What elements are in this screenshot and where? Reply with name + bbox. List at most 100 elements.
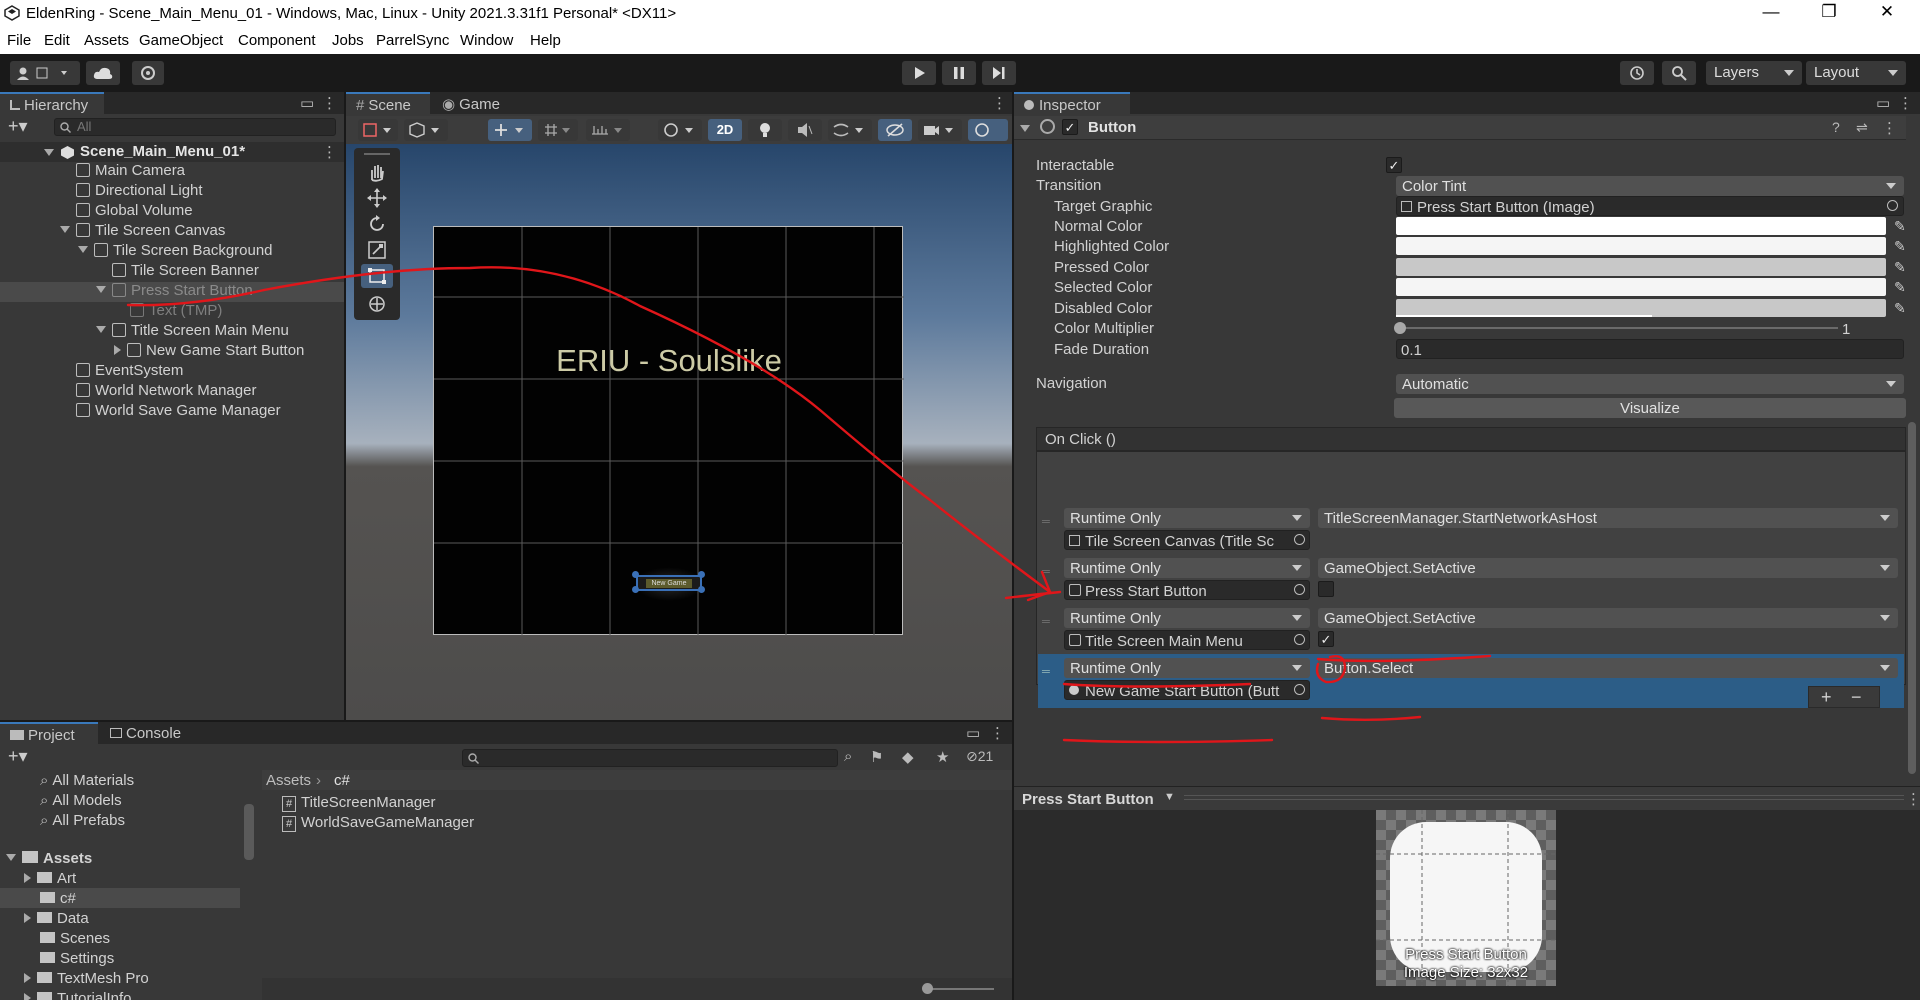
multiplier-slider-thumb[interactable] — [1394, 322, 1406, 334]
interactable-checkbox[interactable]: ✓ — [1386, 157, 1402, 173]
search-button[interactable] — [1662, 61, 1696, 85]
menu-window[interactable]: Window — [460, 32, 513, 49]
event-runtime-dropdown[interactable]: Runtime Only — [1064, 658, 1310, 678]
list-item[interactable]: World Save Game Manager — [76, 402, 281, 419]
navigation-dropdown[interactable]: Automatic — [1396, 374, 1904, 394]
search-by-type-icon[interactable]: ⌕ — [844, 748, 852, 765]
drag-handle-icon[interactable]: ═ — [1042, 616, 1050, 628]
expand-arrow-icon[interactable] — [24, 973, 31, 983]
menu-parrelsync[interactable]: ParrelSync — [376, 32, 449, 49]
list-item[interactable]: Main Camera — [76, 162, 185, 179]
list-item[interactable]: Global Volume — [76, 202, 193, 219]
multiplier-value-field[interactable]: 1 — [1838, 319, 1904, 339]
fold-arrow-icon[interactable] — [60, 226, 70, 233]
eyedropper-icon[interactable]: ✎ — [1894, 218, 1906, 235]
preset-icon[interactable]: ⇌ — [1856, 119, 1868, 136]
new-game-button-preview[interactable]: New Game — [632, 571, 705, 593]
menu-edit[interactable]: Edit — [44, 32, 70, 49]
tab-inspector[interactable]: Inspector — [1014, 92, 1130, 116]
hand-tool-icon[interactable] — [367, 162, 387, 182]
panel-menu-icon[interactable]: ⋮ — [990, 724, 1005, 742]
list-item[interactable]: World Network Manager — [76, 382, 256, 399]
play-button[interactable] — [902, 61, 936, 85]
rect-tool-button[interactable] — [361, 264, 393, 288]
create-asset-button[interactable]: +▾ — [8, 746, 28, 767]
visualize-button[interactable]: Visualize — [1394, 398, 1906, 418]
layout-dropdown[interactable]: Layout — [1806, 61, 1906, 85]
icon-size-slider-track[interactable] — [924, 988, 994, 990]
rotate-tool-icon[interactable] — [367, 214, 387, 234]
eyedropper-icon[interactable]: ✎ — [1894, 238, 1906, 255]
breadcrumb-assets[interactable]: Assets — [266, 772, 311, 789]
collab-button[interactable] — [132, 61, 164, 85]
target-graphic-field[interactable]: Press Start Button (Image) — [1396, 196, 1904, 216]
eyedropper-icon[interactable]: ✎ — [1894, 300, 1906, 317]
list-item[interactable]: Tile Screen Background — [78, 242, 273, 259]
favorite-star-icon[interactable]: ★ — [936, 748, 949, 766]
expand-arrow-icon[interactable] — [114, 345, 121, 355]
menu-file[interactable]: File — [7, 32, 31, 49]
tab-game[interactable]: ◉ Game — [432, 92, 512, 116]
file-item[interactable]: # WorldSaveGameManager — [282, 814, 474, 832]
close-button[interactable]: ✕ — [1864, 2, 1910, 22]
folder-item[interactable]: Scenes — [40, 930, 110, 947]
folder-item[interactable]: Art — [24, 870, 76, 887]
fold-arrow-icon[interactable] — [6, 854, 16, 861]
rect-handle[interactable] — [698, 586, 705, 593]
expand-arrow-icon[interactable] — [24, 913, 31, 923]
event-function-dropdown[interactable]: GameObject.SetActive — [1318, 608, 1898, 628]
folder-item[interactable]: Settings — [40, 950, 114, 967]
list-item[interactable]: ⌕ All Models — [40, 792, 122, 809]
rect-handle[interactable] — [698, 571, 705, 578]
list-item[interactable]: EventSystem — [76, 362, 183, 379]
list-item[interactable]: Tile Screen Banner — [112, 262, 259, 279]
preview-resize-grip[interactable] — [1184, 795, 1904, 800]
fold-arrow-icon[interactable] — [44, 149, 54, 156]
tree-scrollbar-thumb[interactable] — [244, 804, 254, 860]
tab-project[interactable]: Project — [0, 722, 98, 746]
menu-help[interactable]: Help — [530, 32, 561, 49]
scale-tool-icon[interactable] — [367, 240, 387, 260]
canvas-frame[interactable]: ERIU - Soulslike New Game — [433, 226, 904, 636]
chevron-down-icon[interactable]: ▼ — [1164, 791, 1175, 803]
normal-color-swatch[interactable] — [1396, 217, 1886, 235]
drag-handle-icon[interactable]: ═ — [1042, 516, 1050, 528]
project-search-input[interactable] — [462, 749, 838, 767]
tag-icon[interactable]: ◆ — [902, 748, 914, 766]
view-options-button[interactable] — [404, 119, 448, 141]
list-item[interactable]: Press Start Button — [96, 282, 253, 299]
add-object-button[interactable]: +▾ — [8, 116, 28, 137]
maximize-button[interactable]: ❐ — [1806, 2, 1852, 22]
event-runtime-dropdown[interactable]: Runtime Only — [1064, 558, 1310, 578]
component-enabled-checkbox[interactable]: ✓ — [1062, 119, 1078, 135]
rect-handle[interactable] — [632, 571, 639, 578]
event-target-field[interactable]: Title Screen Main Menu — [1064, 630, 1310, 650]
fold-arrow-icon[interactable] — [96, 326, 106, 333]
menu-gameobject[interactable]: GameObject — [139, 32, 223, 49]
eyedropper-icon[interactable]: ✎ — [1894, 259, 1906, 276]
hidden-objects-toggle[interactable] — [878, 119, 912, 141]
rect-handle[interactable] — [632, 586, 639, 593]
preview-header[interactable]: Press Start Button ▼ ⋮ — [1014, 786, 1920, 810]
object-picker-icon[interactable] — [1294, 634, 1305, 645]
list-item[interactable]: Directional Light — [76, 182, 203, 199]
fold-arrow-icon[interactable] — [78, 246, 88, 253]
component-header[interactable]: ✓ Button ? ⇌ ⋮ — [1014, 116, 1906, 140]
fold-arrow-icon[interactable] — [96, 286, 106, 293]
assets-root[interactable]: Assets — [6, 850, 92, 867]
folder-item[interactable]: TextMesh Pro — [24, 970, 149, 987]
global-shading-button[interactable] — [658, 119, 702, 141]
menu-assets[interactable]: Assets — [84, 32, 129, 49]
object-picker-icon[interactable] — [1294, 534, 1305, 545]
panel-menu-icon[interactable]: ⋮ — [1898, 94, 1913, 112]
folder-item[interactable]: Data — [24, 910, 89, 927]
expand-arrow-icon[interactable] — [24, 993, 31, 1000]
event-runtime-dropdown[interactable]: Runtime Only — [1064, 608, 1310, 628]
lock-icon[interactable]: ▭ — [1876, 94, 1890, 112]
draw-mode-button[interactable] — [358, 119, 398, 141]
eyedropper-icon[interactable]: ✎ — [1894, 279, 1906, 296]
minimize-button[interactable]: — — [1748, 2, 1794, 22]
tab-console[interactable]: Console — [100, 722, 196, 746]
drag-handle-icon[interactable]: ═ — [1042, 666, 1050, 678]
help-icon[interactable]: ? — [1832, 119, 1840, 135]
